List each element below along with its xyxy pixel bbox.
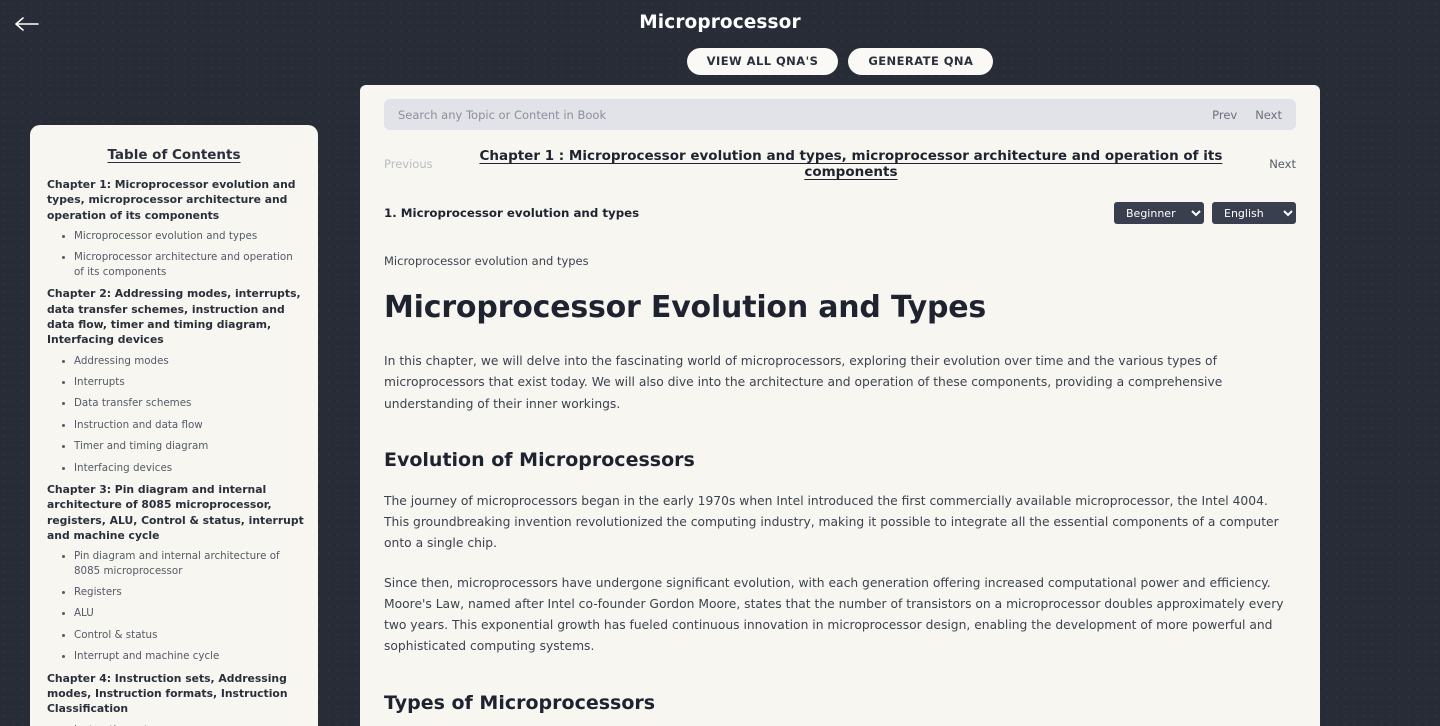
list-item[interactable]: Registers [62, 585, 304, 599]
toc-chapter-items: Microprocessor evolution and types Micro… [44, 229, 304, 279]
list-item[interactable]: Microprocessor evolution and types [62, 229, 304, 243]
page-title: Microprocessor [639, 12, 801, 33]
toc-chapter-heading[interactable]: Chapter 2: Addressing modes, interrupts,… [44, 286, 304, 347]
section-header-row: 1. Microprocessor evolution and types Be… [384, 202, 1296, 224]
list-item[interactable]: Control & status [62, 628, 304, 642]
table-of-contents-panel: Table of Contents Chapter 1: Microproces… [30, 125, 318, 726]
breadcrumb: Microprocessor evolution and types [384, 254, 589, 268]
toc-chapter-items: Addressing modes Interrupts Data transfe… [44, 354, 304, 475]
list-item[interactable]: Interrupt and machine cycle [62, 649, 304, 663]
header-actions: VIEW ALL QNA'S GENERATE QNA [360, 48, 1320, 75]
evolution-paragraph-1: The journey of microprocessors began in … [384, 493, 1279, 551]
search-bar: Prev Next [384, 99, 1296, 130]
toc-chapter-heading[interactable]: Chapter 1: Microprocessor evolution and … [44, 177, 304, 223]
content-panel: Prev Next Previous Chapter 1 : Microproc… [360, 85, 1320, 726]
list-item[interactable]: Microprocessor architecture and operatio… [62, 250, 304, 279]
evolution-paragraph-2: Since then, microprocessors have undergo… [384, 575, 1284, 654]
content-options: Beginner Intermediate Advanced English H… [1114, 202, 1296, 224]
toc-chapter-1: Chapter 1: Microprocessor evolution and … [44, 177, 304, 279]
types-section-heading: Types of Microprocessors [384, 691, 656, 714]
toc-chapter-3: Chapter 3: Pin diagram and internal arch… [44, 482, 304, 664]
search-input[interactable] [398, 107, 1195, 122]
toc-chapter-2: Chapter 2: Addressing modes, interrupts,… [44, 286, 304, 475]
current-chapter-title[interactable]: Chapter 1 : Microprocessor evolution and… [433, 148, 1270, 180]
search-prev-button[interactable]: Prev [1212, 108, 1237, 122]
list-item[interactable]: Interfacing devices [62, 461, 304, 475]
list-item[interactable]: Timer and timing diagram [62, 439, 304, 453]
language-select[interactable]: English Hindi Spanish [1212, 202, 1296, 224]
list-item[interactable]: Instruction and data flow [62, 418, 304, 432]
toc-chapter-4: Chapter 4: Instruction sets, Addressing … [44, 671, 304, 726]
document-title: Microprocessor Evolution and Types [384, 290, 987, 325]
view-all-qnas-button[interactable]: VIEW ALL QNA'S [686, 48, 839, 75]
app-header: Microprocessor [0, 0, 1440, 48]
generate-qna-button[interactable]: GENERATE QNA [848, 48, 994, 75]
toc-title: Table of Contents [107, 147, 241, 163]
toc-chapter-heading[interactable]: Chapter 3: Pin diagram and internal arch… [44, 482, 304, 543]
toc-chapter-items: Pin diagram and internal architecture of… [44, 549, 304, 663]
evolution-section-heading: Evolution of Microprocessors [384, 448, 695, 471]
chapter-navigation: Previous Chapter 1 : Microprocessor evol… [384, 148, 1296, 180]
toc-chapter-heading[interactable]: Chapter 4: Instruction sets, Addressing … [44, 671, 304, 717]
list-item[interactable]: Pin diagram and internal architecture of… [62, 549, 304, 578]
list-item[interactable]: Data transfer schemes [62, 396, 304, 410]
section-number-label: 1. Microprocessor evolution and types [384, 206, 640, 220]
list-item[interactable]: Addressing modes [62, 354, 304, 368]
previous-chapter-button[interactable]: Previous [384, 157, 433, 171]
list-item[interactable]: Interrupts [62, 375, 304, 389]
difficulty-level-select[interactable]: Beginner Intermediate Advanced [1114, 202, 1204, 224]
document-intro-paragraph: In this chapter, we will delve into the … [384, 354, 1223, 411]
next-chapter-button[interactable]: Next [1269, 157, 1296, 171]
search-next-button[interactable]: Next [1255, 108, 1282, 122]
list-item[interactable]: ALU [62, 606, 304, 620]
